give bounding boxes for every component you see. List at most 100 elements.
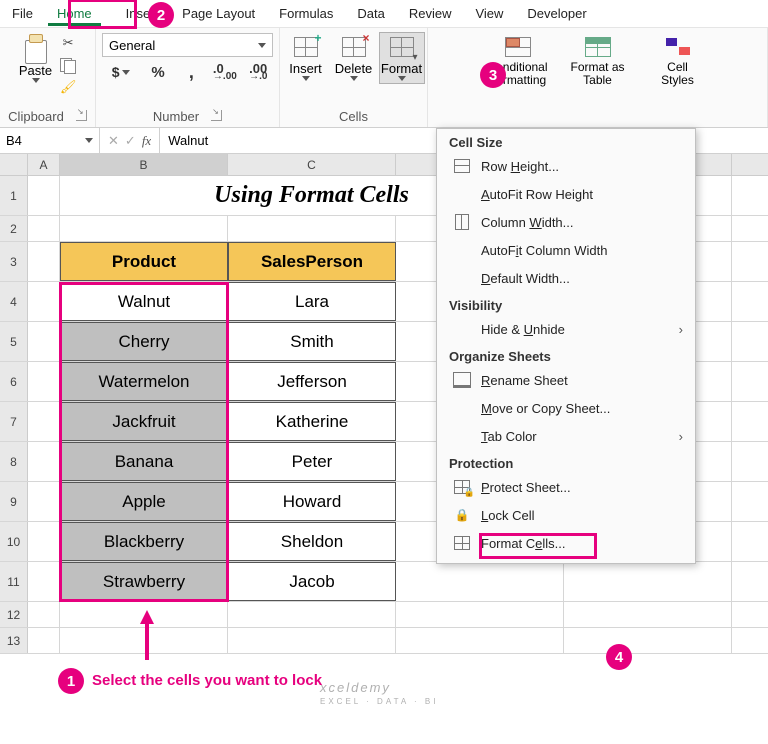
cell[interactable]	[28, 322, 60, 361]
currency-button[interactable]	[102, 61, 139, 83]
cell[interactable]	[28, 402, 60, 441]
decrease-decimal-button[interactable]: .00→.0	[244, 61, 273, 83]
dialog-launcher-icon[interactable]	[76, 110, 87, 121]
number-format-select[interactable]: General	[102, 33, 273, 57]
cell-salesperson[interactable]: Katherine	[228, 402, 396, 441]
tab-data[interactable]: Data	[345, 0, 396, 27]
cell[interactable]	[60, 216, 228, 241]
increase-decimal-button[interactable]: .0→.00	[210, 61, 239, 83]
dialog-launcher-icon[interactable]	[211, 110, 222, 121]
cell[interactable]	[28, 216, 60, 241]
cell-product[interactable]: Blackberry	[60, 522, 228, 561]
cell-product[interactable]: Walnut	[60, 282, 228, 321]
cell[interactable]	[28, 242, 60, 281]
menu-rename-sheet[interactable]: Rename Sheet	[437, 366, 695, 394]
menu-protect-sheet[interactable]: Protect Sheet...	[437, 473, 695, 501]
cell[interactable]	[28, 602, 60, 627]
cell[interactable]	[228, 628, 396, 653]
copy-button[interactable]	[58, 56, 78, 74]
row-head-5[interactable]: 5	[0, 322, 28, 361]
menu-hide-unhide[interactable]: Hide & Unhide›	[437, 315, 695, 343]
cell-product[interactable]: Watermelon	[60, 362, 228, 401]
cell[interactable]	[28, 522, 60, 561]
row-head-3[interactable]: 3	[0, 242, 28, 281]
col-B[interactable]: B	[60, 154, 228, 175]
cell[interactable]	[28, 562, 60, 601]
cell[interactable]	[564, 628, 732, 653]
cell[interactable]	[396, 628, 564, 653]
delete-cells-button[interactable]: Delete	[331, 32, 377, 84]
cell-salesperson[interactable]: Sheldon	[228, 522, 396, 561]
cell-salesperson[interactable]: Peter	[228, 442, 396, 481]
cell-product[interactable]: Jackfruit	[60, 402, 228, 441]
cell-product[interactable]: Banana	[60, 442, 228, 481]
cell[interactable]	[28, 362, 60, 401]
tab-file[interactable]: File	[0, 0, 45, 27]
menu-default-width[interactable]: Default Width...	[437, 264, 695, 292]
menu-tab-color[interactable]: Tab Color›	[437, 422, 695, 450]
row-head-2[interactable]: 2	[0, 216, 28, 241]
tab-page-layout[interactable]: Page Layout	[170, 0, 267, 27]
cell[interactable]	[228, 602, 396, 627]
cell[interactable]	[28, 482, 60, 521]
row-head-8[interactable]: 8	[0, 442, 28, 481]
menu-column-width[interactable]: Column Width...	[437, 208, 695, 236]
cell[interactable]	[564, 562, 732, 601]
tab-insert[interactable]: Insert	[104, 0, 171, 27]
row-head-13[interactable]: 13	[0, 628, 28, 653]
insert-cells-button[interactable]: Insert	[283, 32, 329, 84]
cell[interactable]	[28, 628, 60, 653]
header-salesperson[interactable]: SalesPerson	[228, 242, 396, 281]
cell-salesperson[interactable]: Lara	[228, 282, 396, 321]
cell[interactable]	[228, 216, 396, 241]
cut-button[interactable]	[58, 34, 78, 52]
cell[interactable]	[28, 176, 60, 215]
tab-formulas[interactable]: Formulas	[267, 0, 345, 27]
select-all-box[interactable]	[0, 154, 28, 175]
menu-autofit-row[interactable]: AutoFit Row Height	[437, 180, 695, 208]
menu-row-height[interactable]: Row Height...	[437, 152, 695, 180]
cell-product[interactable]: Apple	[60, 482, 228, 521]
cell-styles-button[interactable]: Cell Styles	[639, 32, 717, 90]
cancel-formula-icon[interactable]	[108, 133, 119, 149]
format-as-table-button[interactable]: Format as Table	[559, 32, 637, 90]
cell[interactable]	[60, 628, 228, 653]
enter-formula-icon[interactable]	[125, 133, 136, 149]
menu-autofit-col[interactable]: AutoFit Column Width	[437, 236, 695, 264]
fx-label[interactable]: fx	[142, 133, 151, 149]
menu-lock-cell[interactable]: Lock Cell	[437, 501, 695, 529]
menu-format-cells[interactable]: Format Cells...	[437, 529, 695, 557]
tab-view[interactable]: View	[463, 0, 515, 27]
row-head-4[interactable]: 4	[0, 282, 28, 321]
col-A[interactable]: A	[28, 154, 60, 175]
cell-salesperson[interactable]: Howard	[228, 482, 396, 521]
tab-review[interactable]: Review	[397, 0, 464, 27]
col-C[interactable]: C	[228, 154, 396, 175]
cell-salesperson[interactable]: Jefferson	[228, 362, 396, 401]
cell-product[interactable]: Strawberry	[60, 562, 228, 601]
row-head-9[interactable]: 9	[0, 482, 28, 521]
cell-salesperson[interactable]: Jacob	[228, 562, 396, 601]
conditional-formatting-button[interactable]: Conditional Formatting	[479, 32, 557, 90]
format-cells-button[interactable]: Format	[379, 32, 425, 84]
row-head-12[interactable]: 12	[0, 602, 28, 627]
menu-move-copy[interactable]: Move or Copy Sheet...	[437, 394, 695, 422]
cell[interactable]	[396, 562, 564, 601]
cell[interactable]	[28, 282, 60, 321]
cell-product[interactable]: Cherry	[60, 322, 228, 361]
name-box[interactable]: B4	[0, 128, 100, 153]
row-head-10[interactable]: 10	[0, 522, 28, 561]
header-product[interactable]: Product	[60, 242, 228, 281]
cell[interactable]	[396, 602, 564, 627]
row-head-7[interactable]: 7	[0, 402, 28, 441]
row-head-6[interactable]: 6	[0, 362, 28, 401]
paste-button[interactable]: Paste	[17, 32, 54, 85]
percent-button[interactable]	[143, 61, 172, 83]
tab-developer[interactable]: Developer	[515, 0, 598, 27]
tab-home[interactable]: Home	[45, 0, 104, 27]
row-head-11[interactable]: 11	[0, 562, 28, 601]
cell[interactable]	[564, 602, 732, 627]
format-painter-button[interactable]	[58, 78, 78, 96]
row-head-1[interactable]: 1	[0, 176, 28, 215]
cell[interactable]	[28, 442, 60, 481]
